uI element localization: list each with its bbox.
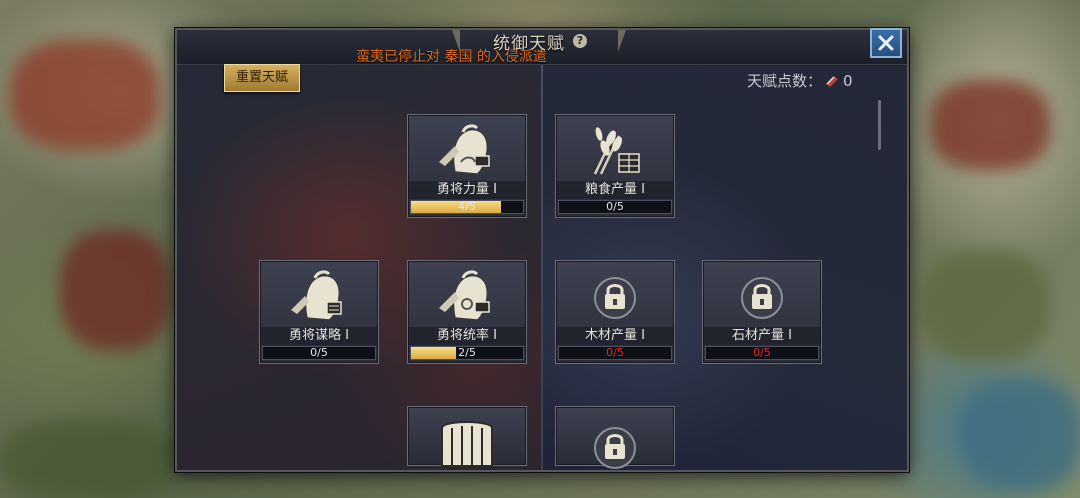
close-icon xyxy=(878,35,894,51)
talent-panel xyxy=(175,28,909,472)
map-building xyxy=(10,40,160,150)
lock-icon xyxy=(741,277,783,319)
talent-node-name: 勇将统率 I xyxy=(408,327,526,345)
talent-node-partial[interactable] xyxy=(407,406,527,467)
talent-node-partial-locked[interactable] xyxy=(555,406,675,469)
talent-node-name: 木材产量 I xyxy=(556,327,674,345)
talent-node-name: 粮食产量 I xyxy=(556,181,674,199)
talent-progress-text: 0/5 xyxy=(753,346,771,359)
talent-points-label: 天赋点数： xyxy=(747,72,823,90)
general-bag-icon xyxy=(439,124,490,175)
talent-progress-text: 0/5 xyxy=(606,346,624,359)
talent-node[interactable]: 勇将力量 I 4/5 xyxy=(407,114,527,218)
talent-progress-bar: 0/5 xyxy=(558,200,672,214)
talent-progress-bar: 2/5 xyxy=(410,346,524,360)
talent-progress-bar: 0/5 xyxy=(262,346,376,360)
armor-icon xyxy=(441,421,493,467)
general-bag-icon xyxy=(439,270,490,321)
talent-node[interactable]: 勇将统率 I 2/5 xyxy=(407,260,527,364)
talent-progress-text: 4/5 xyxy=(458,200,476,213)
talent-progress-bar: 4/5 xyxy=(410,200,524,214)
talent-node-name: 勇将力量 I xyxy=(408,181,526,199)
talent-node[interactable]: 粮食产量 I 0/5 xyxy=(555,114,675,218)
talent-progress-text: 0/5 xyxy=(310,346,328,359)
map-field xyxy=(0,420,180,498)
talent-progress-text: 0/5 xyxy=(606,200,624,213)
lock-icon xyxy=(594,427,636,469)
reset-talent-button[interactable]: 重置天赋 xyxy=(224,64,300,92)
talent-node-locked[interactable]: 石材产量 I 0/5 xyxy=(702,260,822,364)
talent-progress-bar: 0/5 xyxy=(558,346,672,360)
map-field xyxy=(920,250,1050,360)
talent-node-name: 勇将谋略 I xyxy=(260,327,378,345)
talent-book-icon xyxy=(826,75,839,87)
help-icon[interactable]: ? xyxy=(573,34,587,48)
talent-progress-text: 2/5 xyxy=(458,346,476,359)
wheat-icon xyxy=(593,127,640,175)
talent-progress-bar: 0/5 xyxy=(705,346,819,360)
talent-node-name: 石材产量 I xyxy=(703,327,821,345)
map-water xyxy=(960,380,1080,490)
talent-node[interactable]: 勇将谋略 I 0/5 xyxy=(259,260,379,364)
talent-points-value: 0 xyxy=(843,71,853,90)
map-building xyxy=(60,230,170,350)
lock-icon xyxy=(594,277,636,319)
map-building xyxy=(930,80,1050,170)
scrollbar[interactable] xyxy=(878,100,881,150)
talent-points: 天赋点数： 0 xyxy=(747,70,853,91)
close-button[interactable] xyxy=(870,28,902,58)
zone-divider xyxy=(541,65,543,470)
announcement-marquee: 蛮夷已停止对 秦国 的入侵派遣 xyxy=(356,49,547,65)
talent-node-locked[interactable]: 木材产量 I 0/5 xyxy=(555,260,675,364)
general-bag-icon xyxy=(291,270,342,321)
